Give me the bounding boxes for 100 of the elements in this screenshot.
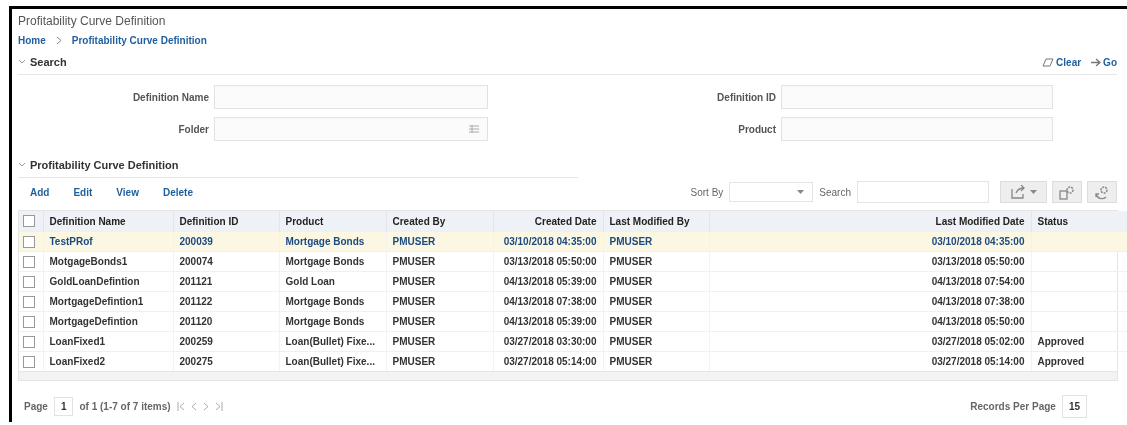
- toolbar-link[interactable]: Edit: [73, 186, 93, 198]
- field-label: Definition Name: [132, 91, 209, 103]
- table-cell: Mortgage Bonds: [285, 316, 365, 327]
- table-cell: PMUSER: [392, 256, 436, 267]
- table-cell: Approved: [1037, 336, 1085, 347]
- table-cell: GoldLoanDefintion: [49, 276, 140, 287]
- row-checkbox[interactable]: [23, 295, 35, 308]
- table-row[interactable]: MortgageDefintion1 201122 Mortgage Bonds PMUSER 04/13/2018 07:38:00 PMUSER 04/13/2018 07:38:00: [19, 291, 1127, 312]
- toolbar-link[interactable]: Add: [30, 186, 50, 198]
- table-cell: 03/10/2018 04:35:00: [931, 236, 1025, 247]
- column-header[interactable]: Last Modified Date: [709, 211, 1031, 232]
- row-checkbox[interactable]: [23, 335, 35, 348]
- table-cell: Approved: [1037, 356, 1085, 367]
- table-cell: PMUSER: [392, 336, 436, 347]
- caret-icon: [1029, 190, 1037, 194]
- table-cell: 03/10/2018 04:35:00: [503, 236, 597, 247]
- previous-page-icon[interactable]: [190, 402, 197, 411]
- table-cell: 200259: [179, 336, 213, 347]
- table-cell: PMUSER: [609, 356, 653, 367]
- table-row[interactable]: GoldLoanDefintion 201121 Gold Loan PMUSER 04/13/2018 05:39:00 PMUSER 04/13/2018 07:54:00: [19, 271, 1127, 292]
- field-label: Product: [738, 123, 776, 135]
- toolbar-link[interactable]: View: [116, 186, 139, 198]
- export-icon: [1010, 185, 1027, 199]
- field-label: Folder: [178, 123, 209, 135]
- table-cell: PMUSER: [392, 296, 436, 307]
- refresh-button[interactable]: [1087, 181, 1117, 203]
- table-cell: PMUSER: [392, 316, 436, 327]
- eraser-icon: [1042, 57, 1055, 67]
- column-header[interactable]: Definition ID: [173, 211, 279, 232]
- input-field[interactable]: [214, 85, 488, 109]
- table-cell: 201121: [179, 276, 213, 287]
- row-checkbox[interactable]: [23, 235, 35, 248]
- table-cell: 04/13/2018 07:38:00: [931, 296, 1025, 307]
- table-cell: 04/13/2018 05:39:00: [503, 276, 597, 287]
- input-field[interactable]: [781, 117, 1053, 141]
- chevron-right-icon: [55, 35, 62, 45]
- search-label: Search: [819, 186, 851, 198]
- chevron-down-icon[interactable]: [18, 59, 26, 65]
- first-page-icon[interactable]: [176, 402, 185, 411]
- column-header[interactable]: Created By: [386, 211, 493, 232]
- records-per-page-field[interactable]: 15: [1061, 395, 1087, 418]
- table-cell: 03/13/2018 05:50:00: [503, 256, 597, 267]
- table-row[interactable]: MortgageDefintion 201120 Mortgage Bonds PMUSER 04/13/2018 05:39:00 PMUSER 04/13/2018 05:50:00: [19, 311, 1127, 332]
- table-row[interactable]: LoanFixed1 200259 Loan(Bullet) Fixe... PMUSER 03/27/2018 03:30:00 PMUSER 03/27/2018 05:02:00 Approved: [19, 331, 1127, 352]
- table-cell: 200074: [179, 256, 213, 267]
- table-cell: 03/27/2018 05:14:00: [931, 356, 1025, 367]
- settings-button[interactable]: [1052, 181, 1082, 203]
- column-header[interactable]: Created Date: [493, 211, 603, 232]
- table-cell: PMUSER: [392, 236, 436, 247]
- table-cell: Mortgage Bonds: [285, 256, 365, 267]
- horizontal-scrollbar[interactable]: [19, 371, 1117, 380]
- next-page-icon[interactable]: [202, 402, 209, 411]
- column-header[interactable]: Product: [279, 211, 386, 232]
- page-title: Profitability Curve Definition: [18, 13, 167, 30]
- table-cell: 03/27/2018 05:14:00: [503, 356, 597, 367]
- table-cell: PMUSER: [609, 296, 653, 307]
- table-cell: 04/13/2018 07:54:00: [931, 276, 1025, 287]
- table-cell: 03/27/2018 03:30:00: [503, 336, 597, 347]
- table-cell: 201122: [179, 296, 213, 307]
- sort-label: Sort By: [690, 186, 724, 198]
- page-label: Page: [24, 401, 48, 412]
- table-cell: MotgageBonds1: [49, 256, 128, 267]
- chevron-down-icon[interactable]: [18, 162, 26, 168]
- page-summary: of 1 (1-7 of 7 items): [79, 401, 171, 412]
- go-link[interactable]: Go: [1091, 56, 1117, 68]
- column-header[interactable]: Last Modified By: [603, 211, 709, 232]
- table-cell: PMUSER: [392, 276, 436, 287]
- list-icon: [469, 125, 479, 133]
- breadcrumb-link[interactable]: Profitability Curve Definition: [71, 34, 207, 46]
- table-cell: 03/27/2018 05:02:00: [931, 336, 1025, 347]
- row-checkbox[interactable]: [23, 255, 35, 268]
- column-header[interactable]: Status: [1031, 211, 1127, 232]
- toolbar-link[interactable]: Delete: [162, 186, 193, 198]
- row-checkbox[interactable]: [23, 275, 35, 288]
- row-checkbox[interactable]: [23, 355, 35, 368]
- select-all-checkbox[interactable]: [23, 215, 35, 228]
- clear-link[interactable]: Clear: [1042, 56, 1082, 68]
- refresh-gear-icon: [1094, 184, 1110, 200]
- export-button[interactable]: [1000, 181, 1047, 203]
- table-cell: 200275: [179, 356, 213, 367]
- last-page-icon[interactable]: [214, 402, 223, 411]
- records-per-page-label: Records Per Page: [970, 401, 1056, 412]
- table-row[interactable]: TestPRof 200039 Mortgage Bonds PMUSER 03/10/2018 04:35:00 PMUSER 03/10/2018 04:35:00: [19, 231, 1127, 252]
- caret-icon: [797, 190, 805, 194]
- folder-picker-field[interactable]: [214, 117, 488, 141]
- row-checkbox[interactable]: [23, 315, 35, 328]
- table-cell: PMUSER: [609, 236, 653, 247]
- column-header[interactable]: Definition Name: [43, 211, 173, 232]
- table-row[interactable]: MotgageBonds1 200074 Mortgage Bonds PMUSER 03/13/2018 05:50:00 PMUSER 03/13/2018 05:50:00: [19, 251, 1127, 272]
- input-field[interactable]: [781, 85, 1053, 109]
- table-cell: PMUSER: [609, 276, 653, 287]
- table-cell: Loan(Bullet) Fixe...: [285, 336, 375, 347]
- table-cell: 04/13/2018 07:38:00: [503, 296, 597, 307]
- breadcrumb-link[interactable]: Home: [18, 34, 46, 46]
- table-cell: 200039: [179, 236, 213, 247]
- page-number-field[interactable]: 1: [53, 397, 74, 416]
- table-cell: 04/13/2018 05:50:00: [931, 316, 1025, 327]
- section-title: Search: [30, 56, 67, 68]
- field-label: Definition ID: [717, 91, 776, 103]
- search-field[interactable]: [857, 181, 989, 203]
